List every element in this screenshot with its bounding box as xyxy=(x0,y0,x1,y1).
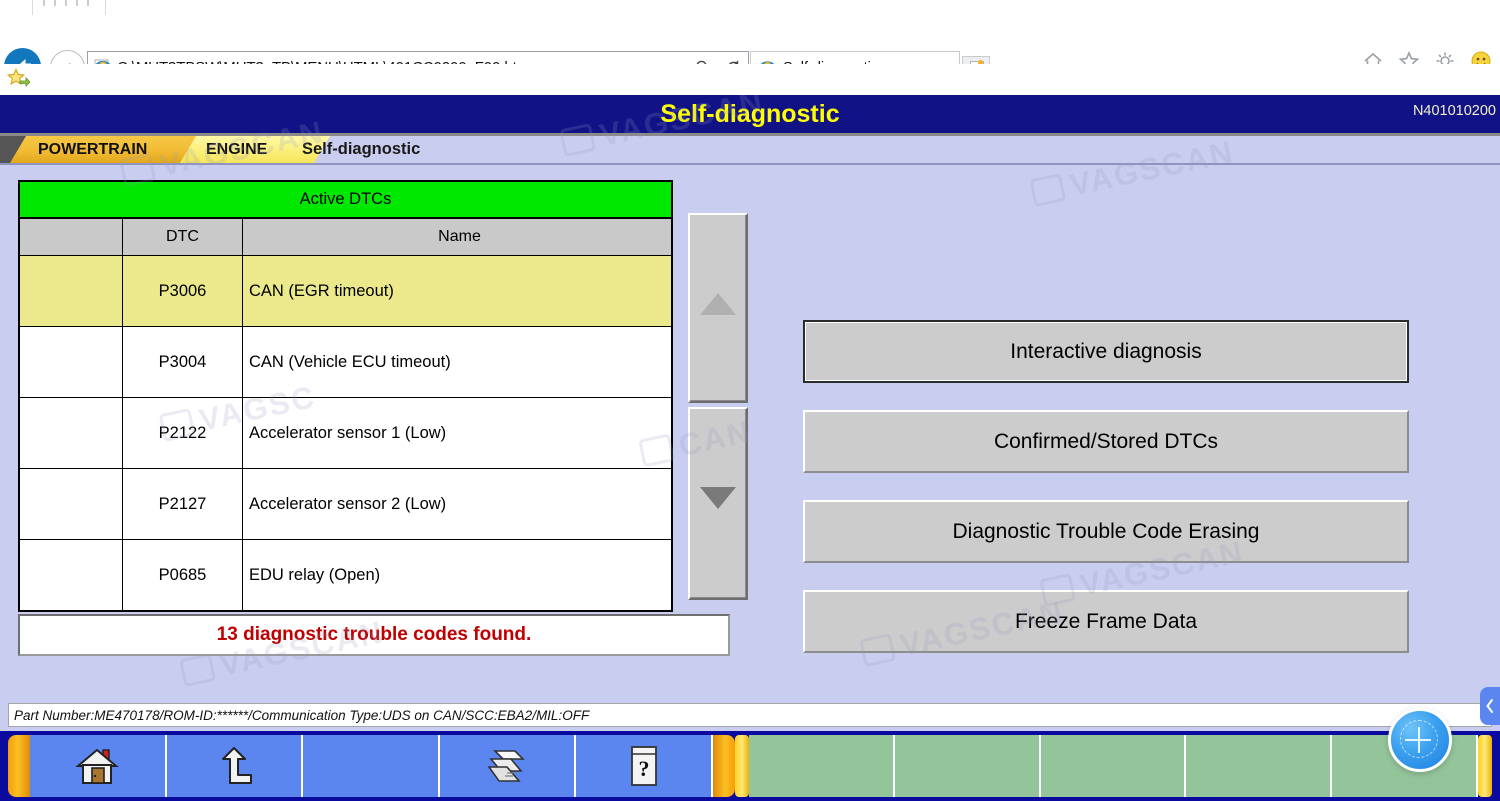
interactive-diagnosis-label: Interactive diagnosis xyxy=(1010,340,1201,364)
tab-loading-bars xyxy=(43,0,95,6)
page-title: Self-diagnostic xyxy=(0,95,1500,133)
toolbar-left-group-cap xyxy=(713,735,735,797)
row-name: EDU relay (Open) xyxy=(243,540,673,612)
dtc-col-dtc: DTC xyxy=(123,218,243,256)
row-mark xyxy=(19,256,123,327)
interactive-diagnosis-button[interactable]: Interactive diagnosis xyxy=(803,320,1409,383)
row-mark xyxy=(19,327,123,398)
row-code: P2122 xyxy=(123,398,243,469)
table-row[interactable]: P2122 Accelerator sensor 1 (Low) xyxy=(19,398,672,469)
dtc-col-mark xyxy=(19,218,123,256)
breadcrumb-current: Self-diagnostic xyxy=(302,136,420,163)
favorites-star-icon[interactable] xyxy=(6,67,30,91)
dtc-table-title: Active DTCs xyxy=(19,181,672,218)
toolbar-green-cell[interactable] xyxy=(895,735,1041,797)
app-title-bar: Self-diagnostic N401010200 xyxy=(0,95,1500,136)
assistant-orb-icon[interactable] xyxy=(1388,708,1452,772)
row-name: Accelerator sensor 2 (Low) xyxy=(243,469,673,540)
confirmed-stored-dtcs-button[interactable]: Confirmed/Stored DTCs xyxy=(803,410,1409,473)
toolbar-empty-button[interactable] xyxy=(303,735,440,797)
browser-nav-row: C:\MUT3TBSW\MUT3_TB\MENU\HTML\401CC0200_… xyxy=(0,22,1500,64)
table-row[interactable]: P2127 Accelerator sensor 2 (Low) xyxy=(19,469,672,540)
breadcrumb-item-powertrain[interactable]: POWERTRAIN xyxy=(10,136,210,163)
breadcrumb-powertrain-label: POWERTRAIN xyxy=(38,141,147,159)
bottom-toolbar: ? xyxy=(0,731,1500,801)
toolbar-left-cap xyxy=(8,735,30,797)
svg-text:?: ? xyxy=(638,756,649,781)
row-mark xyxy=(19,469,123,540)
dtc-header-row: DTC Name xyxy=(19,218,672,256)
dtc-erasing-label: Diagnostic Trouble Code Erasing xyxy=(952,520,1259,544)
found-message-text: 13 diagnostic trouble codes found. xyxy=(217,624,532,646)
freeze-frame-data-button[interactable]: Freeze Frame Data xyxy=(803,590,1409,653)
row-code: P0685 xyxy=(123,540,243,612)
help-question-icon: ? xyxy=(626,744,662,788)
dtc-table: Active DTCs DTC Name P3006 CAN (EGR time… xyxy=(18,180,673,612)
bottom-toolbar-right-group xyxy=(735,735,1492,797)
dtc-panel: Active DTCs DTC Name P3006 CAN (EGR time… xyxy=(18,180,730,600)
status-bar-text: Part Number:ME470178/ROM-ID:******/Commu… xyxy=(9,708,589,723)
home-house-icon xyxy=(74,745,120,787)
scroll-up-button[interactable] xyxy=(688,213,748,403)
row-mark xyxy=(19,398,123,469)
dtc-erasing-button[interactable]: Diagnostic Trouble Code Erasing xyxy=(803,500,1409,563)
background-tab[interactable] xyxy=(32,0,106,15)
favorites-bar xyxy=(0,64,1500,94)
toolbar-green-cell[interactable] xyxy=(749,735,895,797)
found-message-box: 13 diagnostic trouble codes found. xyxy=(18,614,730,656)
breadcrumb-engine-label: ENGINE xyxy=(206,141,267,159)
edge-panel-handle[interactable] xyxy=(1480,687,1500,725)
action-button-panel: Interactive diagnosis Confirmed/Stored D… xyxy=(803,223,1409,663)
chevron-left-icon xyxy=(1485,698,1495,714)
row-mark xyxy=(19,540,123,612)
status-bar: Part Number:ME470178/ROM-ID:******/Commu… xyxy=(8,703,1492,727)
printer-icon xyxy=(483,745,531,787)
row-name: CAN (EGR timeout) xyxy=(243,256,673,327)
screen-code: N401010200 xyxy=(1413,103,1496,119)
orb-crosshair-v xyxy=(1418,727,1420,753)
row-code: P2127 xyxy=(123,469,243,540)
row-code: P3004 xyxy=(123,327,243,398)
table-row[interactable]: P3004 CAN (Vehicle ECU timeout) xyxy=(19,327,672,398)
dtc-scrollbar xyxy=(688,213,748,600)
breadcrumb-underline xyxy=(0,163,1500,165)
toolbar-green-cell[interactable] xyxy=(1041,735,1187,797)
freeze-frame-data-label: Freeze Frame Data xyxy=(1015,610,1197,634)
row-name: CAN (Vehicle ECU timeout) xyxy=(243,327,673,398)
toolbar-home-button[interactable] xyxy=(30,735,167,797)
up-arrow-icon xyxy=(213,745,255,787)
toolbar-green-cell[interactable] xyxy=(1186,735,1332,797)
browser-chrome: C:\MUT3TBSW\MUT3_TB\MENU\HTML\401CC0200_… xyxy=(0,0,1500,95)
toolbar-right-group-left-cap xyxy=(735,735,749,797)
table-row[interactable]: P3006 CAN (EGR timeout) xyxy=(19,256,672,327)
toolbar-right-group-right-cap xyxy=(1478,735,1492,797)
bottom-toolbar-inner: ? xyxy=(8,735,1492,797)
toolbar-print-button[interactable] xyxy=(440,735,577,797)
bottom-toolbar-left-group: ? xyxy=(8,735,735,797)
breadcrumb: POWERTRAIN ENGINE Self-diagnostic xyxy=(0,136,1500,166)
scroll-down-button[interactable] xyxy=(688,407,748,600)
application-window: VAGSCAN VAGSCAN VAGSCAN VAGSC CAN VAGSCA… xyxy=(0,95,1500,801)
table-row[interactable]: P0685 EDU relay (Open) xyxy=(19,540,672,612)
triangle-up-icon xyxy=(700,293,736,315)
triangle-down-icon xyxy=(700,487,736,509)
confirmed-stored-dtcs-label: Confirmed/Stored DTCs xyxy=(994,430,1218,454)
dtc-col-name: Name xyxy=(243,218,673,256)
row-code: P3006 xyxy=(123,256,243,327)
toolbar-help-button[interactable]: ? xyxy=(576,735,713,797)
toolbar-up-button[interactable] xyxy=(167,735,304,797)
row-name: Accelerator sensor 1 (Low) xyxy=(243,398,673,469)
